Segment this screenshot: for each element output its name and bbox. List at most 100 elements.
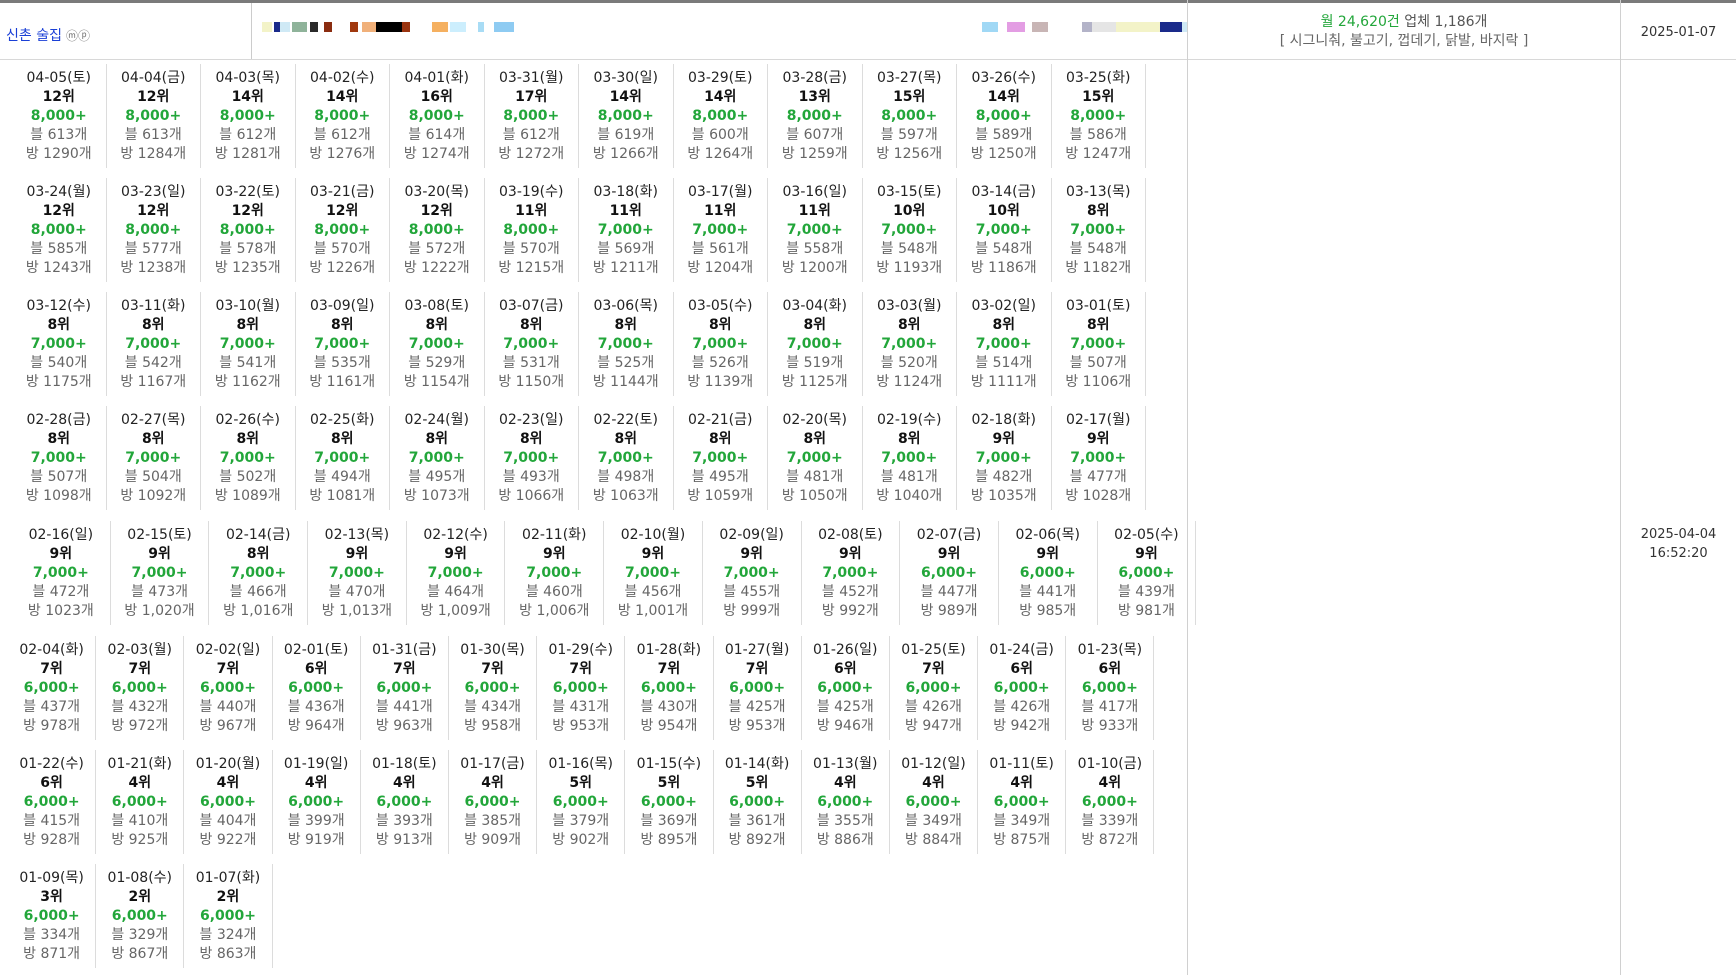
cell-room-count: 방 895개	[640, 832, 698, 848]
day-cell: 03-11(화) 8위 7,000+ 블 542개 방 1167개	[107, 292, 201, 396]
cell-date: 01-22(수)	[19, 756, 84, 772]
color-swatch	[362, 22, 376, 32]
cell-count: 8,000+	[125, 108, 182, 124]
cell-room-count: 방 1111개	[970, 374, 1037, 390]
cell-blog-count: 블 494개	[313, 469, 371, 485]
cell-count: 6,000+	[111, 680, 168, 696]
color-swatch	[1092, 22, 1116, 32]
cell-rank: 8위	[141, 431, 165, 447]
cell-blog-count: 블 456개	[624, 584, 682, 600]
color-swatch	[350, 22, 358, 32]
day-cell: 03-03(월) 8위 7,000+ 블 520개 방 1124개	[863, 292, 957, 396]
day-cell: 03-10(월) 8위 7,000+ 블 541개 방 1162개	[201, 292, 296, 396]
cell-room-count: 방 989개	[920, 603, 978, 619]
cell-count: 6,000+	[729, 680, 786, 696]
day-cell: 02-07(금) 9위 6,000+ 블 447개 방 989개	[900, 521, 999, 625]
cell-blog-count: 블 597개	[880, 127, 938, 143]
cell-room-count: 방 1162개	[214, 374, 281, 390]
cell-room-count: 방 1250개	[970, 146, 1037, 162]
cell-room-count: 방 1272개	[498, 146, 565, 162]
cell-count: 6,000+	[993, 794, 1050, 810]
cell-date: 03-30(일)	[593, 70, 659, 86]
day-cell: 03-14(금) 10위 7,000+ 블 548개 방 1186개	[957, 178, 1052, 282]
cell-room-count: 방 919개	[287, 832, 345, 848]
keyword-title-text[interactable]: 신촌 술집	[6, 28, 62, 44]
cell-blog-count: 블 410개	[111, 813, 169, 829]
cell-date: 01-08(수)	[107, 870, 173, 886]
update-timestamp: 2025-04-04 16:52:20	[1621, 525, 1736, 563]
day-cell: 03-07(금) 8위 7,000+ 블 531개 방 1150개	[485, 292, 579, 396]
day-cell: 03-22(토) 12위 8,000+ 블 578개 방 1235개	[201, 178, 296, 282]
cell-date: 01-30(목)	[460, 642, 525, 658]
cell-room-count: 방 872개	[1081, 832, 1139, 848]
cell-date: 04-03(목)	[215, 70, 281, 86]
cell-room-count: 방 1023개	[27, 603, 94, 619]
cell-count: 6,000+	[1081, 680, 1138, 696]
day-cell: 03-20(목) 12위 8,000+ 블 572개 방 1222개	[390, 178, 485, 282]
cell-rank: 4위	[1098, 775, 1122, 791]
cell-rank: 11위	[704, 203, 737, 219]
cell-room-count: 방 1204개	[687, 260, 754, 276]
color-swatch	[1032, 22, 1048, 32]
cell-count: 8,000+	[881, 108, 938, 124]
cell-count: 7,000+	[30, 450, 87, 466]
cell-room-count: 방 1073개	[403, 488, 470, 504]
cell-date: 03-25(화)	[1066, 70, 1131, 86]
cell-count: 7,000+	[975, 450, 1032, 466]
cell-blog-count: 블 470개	[328, 584, 386, 600]
cell-rank: 8위	[425, 317, 449, 333]
grid-row: 03-12(수) 8위 7,000+ 블 540개 방 1175개 03-11(화) 8위 7…	[12, 292, 1146, 396]
cell-date: 02-24(월)	[404, 412, 470, 428]
cell-room-count: 방 953개	[552, 718, 610, 734]
keyword-title[interactable]: 신촌 술집 ⓜⓟ	[6, 25, 90, 45]
cell-room-count: 방 863개	[199, 946, 257, 962]
cell-rank: 8위	[708, 317, 732, 333]
cell-rank: 4위	[128, 775, 152, 791]
cell-date: 02-05(수)	[1114, 527, 1179, 543]
day-cell: 01-31(금) 7위 6,000+ 블 441개 방 963개	[361, 636, 449, 740]
cell-count: 7,000+	[526, 565, 583, 581]
cell-room-count: 방 1226개	[309, 260, 376, 276]
cell-blog-count: 블 525개	[597, 355, 655, 371]
cell-count: 7,000+	[125, 450, 182, 466]
cell-count: 6,000+	[464, 794, 521, 810]
day-cell: 01-07(화) 2위 6,000+ 블 324개 방 863개	[184, 864, 273, 968]
column-divider	[1620, 0, 1621, 975]
cell-blog-count: 블 481개	[880, 469, 938, 485]
cell-count: 7,000+	[32, 565, 89, 581]
header-stats: 월 24,620건 업체 1,186개 [ 시그니춰, 불고기, 껍데기, 닭발…	[1188, 13, 1620, 51]
cell-count: 8,000+	[408, 222, 465, 238]
business-label: 업체	[1404, 14, 1430, 30]
cell-rank: 14위	[987, 89, 1020, 105]
cell-room-count: 방 892개	[728, 832, 786, 848]
cell-room-count: 방 1050개	[781, 488, 848, 504]
day-cell: 01-17(금) 4위 6,000+ 블 385개 방 909개	[449, 750, 538, 854]
cell-room-count: 방 967개	[199, 718, 257, 734]
day-cell: 02-06(목) 9위 6,000+ 블 441개 방 985개	[999, 521, 1098, 625]
cell-blog-count: 블 425개	[728, 699, 786, 715]
cell-rank: 4위	[393, 775, 416, 791]
cell-blog-count: 블 504개	[124, 469, 182, 485]
cell-count: 7,000+	[692, 222, 749, 238]
cell-rank: 11위	[515, 203, 548, 219]
cell-rank: 9위	[839, 546, 862, 562]
grid-row: 01-09(목) 3위 6,000+ 블 334개 방 871개 01-08(수) 2위 6,…	[8, 864, 273, 968]
cell-count: 7,000+	[314, 336, 371, 352]
cell-rank: 4위	[216, 775, 240, 791]
cell-rank: 15위	[1082, 89, 1115, 105]
cell-date: 03-21(금)	[310, 184, 375, 200]
cell-blog-count: 블 514개	[975, 355, 1033, 371]
cell-count: 7,000+	[597, 336, 654, 352]
day-cell: 02-20(목) 8위 7,000+ 블 481개 방 1050개	[768, 406, 863, 510]
color-strip	[262, 22, 1188, 32]
grid-row: 02-04(화) 7위 6,000+ 블 437개 방 978개 02-03(월) 7위 6,…	[8, 636, 1155, 740]
cell-blog-count: 블 426개	[993, 699, 1051, 715]
cell-rank: 8위	[1086, 203, 1110, 219]
cell-rank: 13위	[798, 89, 831, 105]
cell-room-count: 방 1144개	[592, 374, 659, 390]
cell-blog-count: 블 589개	[975, 127, 1033, 143]
cell-date: 02-25(화)	[310, 412, 375, 428]
cell-date: 02-06(목)	[1015, 527, 1080, 543]
cell-count: 7,000+	[692, 336, 749, 352]
cell-count: 6,000+	[23, 794, 80, 810]
